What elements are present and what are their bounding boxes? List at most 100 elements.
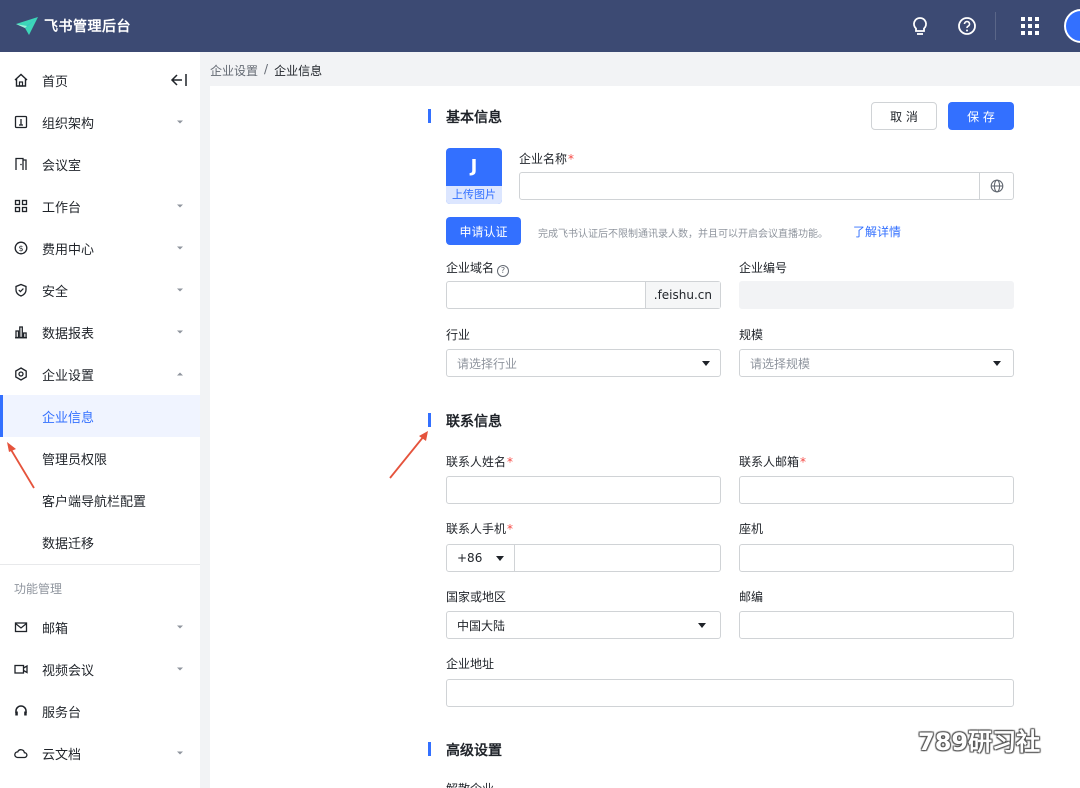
brand[interactable]: 飞书管理后台 (14, 15, 131, 37)
scale-label: 规模 (739, 328, 764, 342)
sidebar-item-mail[interactable]: 邮箱 (0, 606, 200, 648)
sidebar-item-org[interactable]: 组织架构 (0, 101, 200, 143)
section-title-contact: 联系信息 (446, 414, 502, 430)
help-icon[interactable] (955, 14, 979, 38)
lightbulb-icon[interactable] (908, 14, 932, 38)
company-name-input[interactable] (519, 172, 1014, 200)
header-divider (995, 12, 996, 40)
section-title-basic: 基本信息 (446, 110, 502, 126)
domain-suffix: .feishu.cn (644, 282, 720, 308)
top-header: 飞书管理后台 (0, 0, 1080, 52)
postcode-input[interactable] (739, 611, 1014, 639)
company-id-field (739, 281, 1014, 309)
chevron-down-icon (177, 204, 183, 208)
learn-more-link[interactable]: 了解详情 (853, 223, 901, 240)
breadcrumb-current: 企业信息 (274, 64, 323, 78)
question-icon[interactable]: ? (497, 264, 510, 277)
industry-label: 行业 (446, 328, 471, 342)
home-icon (13, 72, 29, 88)
chevron-down-icon (702, 361, 710, 366)
chevron-down-icon (177, 667, 183, 671)
company-name-label: 企业名称* (519, 152, 575, 166)
user-avatar[interactable] (1064, 9, 1080, 43)
contact-email-input[interactable] (739, 476, 1014, 504)
settings-icon (13, 366, 29, 382)
sidebar-item-company-settings[interactable]: 企业设置 (0, 353, 200, 395)
chevron-down-icon (177, 246, 183, 250)
chevron-down-icon (993, 361, 1001, 366)
breadcrumb: 企业设置 / 企业信息 (210, 62, 322, 79)
video-icon (13, 661, 29, 677)
apply-certification-button[interactable]: 申请认证 (446, 217, 521, 245)
country-label: 国家或地区 (446, 590, 507, 604)
collapse-left-icon[interactable] (170, 73, 188, 87)
cloud-icon (13, 745, 29, 761)
sidebar-item-helpdesk[interactable]: 服务台 (0, 690, 200, 732)
sidebar-item-meeting-room[interactable]: 会议室 (0, 143, 200, 185)
coin-icon: $ (13, 240, 29, 256)
door-icon (13, 156, 29, 172)
app-grid-icon[interactable] (1018, 14, 1042, 38)
sidebar-item-billing[interactable]: $ 费用中心 (0, 227, 200, 269)
annotation-arrow-icon (7, 442, 35, 489)
bar-chart-icon (13, 324, 29, 340)
watermark: 789研习社 (872, 722, 1040, 757)
annotation-arrow-icon (389, 431, 428, 479)
sidebar-item-company-info[interactable]: 企业信息 (0, 395, 200, 437)
sidebar-item-video[interactable]: 视频会议 (0, 648, 200, 690)
logo-letter: J (470, 156, 478, 177)
section-marker (428, 413, 431, 427)
chevron-down-icon (177, 288, 183, 292)
landline-input[interactable] (739, 544, 1014, 572)
sidebar-item-reports[interactable]: 数据报表 (0, 311, 200, 353)
contact-email-label: 联系人邮箱* (739, 455, 807, 469)
headset-icon (13, 703, 29, 719)
globe-icon[interactable] (979, 173, 1013, 199)
sidebar: 首页 组织架构 会议室 工作台 $ 费用中心 安全 数据报表 企业设置 企业信息 (0, 52, 200, 788)
contact-name-input[interactable] (446, 476, 721, 504)
wechat-icon (873, 725, 912, 753)
section-marker (428, 109, 431, 123)
logo-upload[interactable]: J 上传图片 (446, 148, 502, 204)
cancel-button[interactable]: 取 消 (871, 102, 937, 130)
apps-icon (13, 198, 29, 214)
contact-name-label: 联系人姓名* (446, 455, 514, 469)
chevron-down-icon (177, 330, 183, 334)
chevron-down-icon (177, 120, 183, 124)
upload-image-label: 上传图片 (446, 186, 502, 204)
sidebar-item-home[interactable]: 首页 (0, 59, 200, 101)
landline-label: 座机 (739, 522, 764, 536)
dissolve-company-label: 解散企业 (446, 780, 494, 788)
contact-phone-label: 联系人手机* (446, 522, 514, 536)
org-icon (13, 114, 29, 130)
country-code-select[interactable]: +86 (447, 545, 515, 571)
contact-phone-input[interactable]: +86 (446, 544, 721, 572)
breadcrumb-parent[interactable]: 企业设置 (210, 62, 258, 79)
sidebar-item-data-migration[interactable]: 数据迁移 (0, 521, 200, 563)
postcode-label: 邮编 (739, 590, 764, 604)
chevron-down-icon (177, 751, 183, 755)
address-label: 企业地址 (446, 657, 495, 671)
company-id-label: 企业编号 (739, 261, 788, 275)
breadcrumb-separator: / (264, 62, 269, 76)
paper-plane-logo-icon (16, 17, 38, 35)
save-button[interactable]: 保 存 (948, 102, 1014, 130)
sidebar-item-docs[interactable]: 云文档 (0, 732, 200, 774)
country-select[interactable]: 中国大陆 (446, 611, 721, 639)
shield-icon (13, 282, 29, 298)
app-title: 飞书管理后台 (44, 19, 131, 35)
section-title-advanced: 高级设置 (446, 743, 502, 759)
company-info-form: 基本信息 取 消 保 存 J 上传图片 企业名称* 申请认证 完成飞书认证后不限… (210, 86, 1080, 788)
domain-label: 企业域名? (446, 259, 510, 277)
industry-select[interactable]: 请选择行业 (446, 349, 721, 377)
chevron-down-icon (496, 556, 504, 561)
address-input[interactable] (446, 679, 1014, 707)
sidebar-item-security[interactable]: 安全 (0, 269, 200, 311)
chevron-up-icon (177, 372, 183, 376)
domain-input[interactable]: .feishu.cn (446, 281, 721, 309)
certification-hint: 完成飞书认证后不限制通讯录人数，并且可以开启会议直播功能。 (538, 229, 828, 240)
scale-select[interactable]: 请选择规模 (739, 349, 1014, 377)
chevron-down-icon (177, 625, 183, 629)
watermark-text: 789研习社 (918, 728, 1041, 756)
sidebar-item-workbench[interactable]: 工作台 (0, 185, 200, 227)
